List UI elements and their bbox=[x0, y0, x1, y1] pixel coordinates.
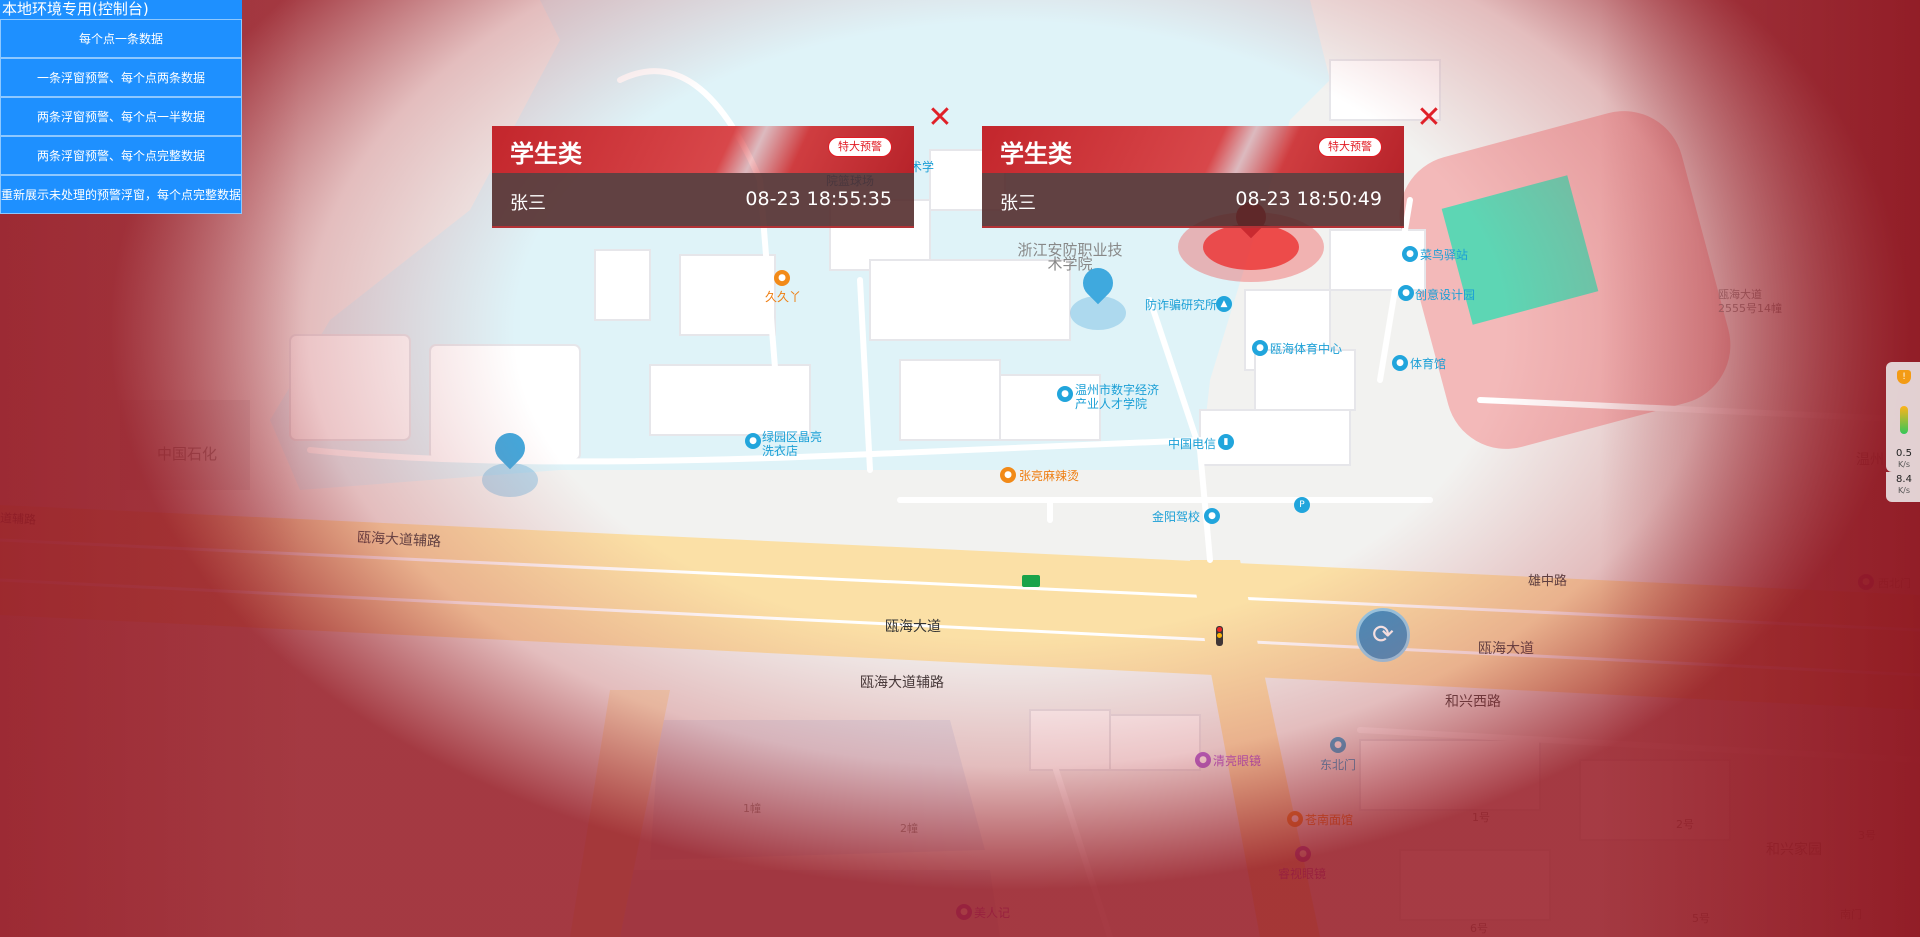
alert-category: 学生类 bbox=[510, 140, 582, 168]
location-marker-1[interactable] bbox=[480, 426, 540, 497]
glasses-pin-icon[interactable]: ● bbox=[1195, 752, 1211, 768]
poi-qingliang: 清亮眼镜 bbox=[1213, 754, 1262, 768]
upload-unit: K/s bbox=[1897, 460, 1911, 469]
north-gate-pin-icon[interactable]: ● bbox=[1858, 574, 1874, 590]
speed-bar bbox=[1900, 406, 1908, 434]
one-alert-two-data-button[interactable]: 一条浮窗预警、每个点两条数据 bbox=[0, 58, 242, 97]
gate-pin-icon[interactable]: ● bbox=[1330, 737, 1346, 753]
building-label-2: 2幢 bbox=[900, 822, 918, 835]
alert-body: 张三 08-23 18:55:35 bbox=[492, 173, 914, 228]
gym-pin-icon[interactable]: ● bbox=[1392, 355, 1408, 371]
location-marker-2[interactable] bbox=[1068, 261, 1128, 330]
building-label-4: 2号 bbox=[1676, 818, 1694, 831]
road-label-hexing: 和兴西路 bbox=[1445, 694, 1501, 710]
alert-popup-1[interactable]: 学生类 特大预警 张三 08-23 18:55:35 bbox=[492, 126, 914, 228]
sports-pin-icon[interactable]: ● bbox=[1252, 340, 1268, 356]
eyewear-pin-icon[interactable]: ● bbox=[1295, 846, 1311, 862]
upload-speed: 0.5 bbox=[1896, 448, 1912, 459]
download-speed-box: 8.4 K/s bbox=[1886, 472, 1920, 502]
restaurant-pin-icon[interactable]: ● bbox=[1000, 467, 1016, 483]
alert-time: 08-23 18:55:35 bbox=[745, 188, 892, 210]
alert-level-badge: 特大预警 bbox=[828, 137, 892, 157]
poi-chuangyi: 创意设计园 bbox=[1415, 288, 1476, 302]
poi-cangnan: 苍南面馆 bbox=[1305, 813, 1354, 827]
poi-caoniao: 菜鸟驿站 bbox=[1420, 248, 1469, 262]
road-label-ouhai-east: 瓯海大道 bbox=[1478, 641, 1534, 657]
building-label-1: 1幢 bbox=[743, 802, 761, 815]
download-speed: 8.4 bbox=[1896, 474, 1912, 485]
alert-category: 学生类 bbox=[1000, 140, 1072, 168]
poi-ouhaiti: 瓯海体育中心 bbox=[1270, 342, 1343, 356]
road-label-fuzhu-north: 瓯海大道辅路 bbox=[356, 529, 442, 551]
traffic-light-icon bbox=[1216, 626, 1223, 646]
shield-pin-icon[interactable]: ▲ bbox=[1216, 296, 1232, 312]
alert-time: 08-23 18:50:49 bbox=[1235, 188, 1382, 210]
replay-unhandled-alerts-button[interactable]: 重新展示未处理的预警浮窗，每个点完整数据 bbox=[0, 175, 242, 214]
one-data-per-point-button[interactable]: 每个点一条数据 bbox=[0, 19, 242, 58]
refresh-icon[interactable]: ⟳ bbox=[1356, 608, 1410, 662]
poi-dianxin: 中国电信 bbox=[1168, 437, 1217, 451]
phone-pin-icon[interactable]: ▮ bbox=[1218, 434, 1234, 450]
poi-tiyuguan: 体育馆 bbox=[1410, 357, 1447, 371]
building-label-6: 6号 bbox=[1470, 922, 1488, 935]
school-pin-icon[interactable]: ● bbox=[1057, 386, 1073, 402]
poi-shuzi: 温州市数字经济产业人才学院 bbox=[1075, 383, 1160, 411]
bus-stop-icon bbox=[1022, 575, 1040, 587]
building-label-3: 1号 bbox=[1472, 811, 1490, 824]
poi-meiren: 美人记 bbox=[974, 906, 1011, 920]
close-icon[interactable]: ✕ bbox=[1415, 103, 1443, 133]
poi-shihua: 中国石化 bbox=[157, 445, 218, 463]
close-icon[interactable]: ✕ bbox=[926, 103, 954, 133]
map-pin-icon bbox=[488, 426, 532, 470]
poi-xiyi: 绿园区晶亮洗衣店 bbox=[762, 430, 823, 458]
building-label-5: 5号 bbox=[1692, 912, 1710, 925]
alert-person-name: 张三 bbox=[510, 193, 546, 214]
road-label-fuzhu-south: 瓯海大道辅路 bbox=[860, 675, 944, 691]
poi-hexing: 和兴家园 bbox=[1766, 842, 1822, 858]
alert-header: 学生类 特大预警 bbox=[982, 126, 1404, 173]
alert-header: 学生类 特大预警 bbox=[492, 126, 914, 173]
poi-school: 浙江安防职业技术学院 bbox=[1017, 241, 1123, 273]
map-canvas[interactable] bbox=[0, 0, 1920, 937]
road-label-edge: 道辅路 bbox=[0, 511, 37, 527]
alert-popup-2[interactable]: 学生类 特大预警 张三 08-23 18:50:49 bbox=[982, 126, 1404, 228]
download-unit: K/s bbox=[1897, 486, 1911, 495]
noodle-pin-icon[interactable]: ● bbox=[1287, 811, 1303, 827]
parking-pin-icon[interactable]: P bbox=[1294, 497, 1310, 513]
network-speed-widget: ! 0.5 K/s bbox=[1886, 362, 1920, 472]
building-pin-icon[interactable]: ● bbox=[1398, 285, 1414, 301]
control-panel: 本地环境专用(控制台) 每个点一条数据 一条浮窗预警、每个点两条数据 两条浮窗预… bbox=[0, 0, 242, 214]
alert-level-badge: 特大预警 bbox=[1318, 137, 1382, 157]
poi-fangzha: 防诈骗研究所 bbox=[1145, 298, 1218, 312]
laundry-pin-icon[interactable]: ● bbox=[745, 433, 761, 449]
building-label-8: 南门 bbox=[1840, 908, 1862, 921]
food-pin-icon[interactable]: ● bbox=[774, 270, 790, 286]
beauty-pin-icon[interactable]: ● bbox=[956, 904, 972, 920]
poi-address: 瓯海大道2555号14幢 bbox=[1718, 288, 1782, 315]
control-panel-title: 本地环境专用(控制台) bbox=[0, 0, 242, 19]
alert-person-name: 张三 bbox=[1000, 193, 1036, 214]
poi-jiaxiao: 金阳驾校 bbox=[1152, 510, 1201, 524]
poi-dongbeimen: 东北门 bbox=[1320, 758, 1357, 772]
building-label-7: 3号 bbox=[1858, 829, 1876, 842]
shield-icon: ! bbox=[1897, 370, 1911, 384]
poi-jiujiuya: 久久丫 bbox=[765, 290, 802, 304]
poi-malatang: 张亮麻辣烫 bbox=[1019, 469, 1080, 483]
store-pin-icon[interactable]: ● bbox=[1402, 246, 1418, 262]
poi-wenzhou: 温州 bbox=[1856, 452, 1884, 468]
road-label-ouhai-main: 瓯海大道 bbox=[885, 619, 941, 635]
two-alerts-half-data-button[interactable]: 两条浮窗预警、每个点一半数据 bbox=[0, 97, 242, 136]
poi-xibeimen: 西北门 bbox=[1878, 577, 1911, 590]
poi-ruishi: 睿视眼镜 bbox=[1278, 867, 1327, 881]
driving-school-pin-icon[interactable]: ● bbox=[1204, 508, 1220, 524]
road-label-xiongzhong: 雄中路 bbox=[1528, 574, 1568, 589]
alert-body: 张三 08-23 18:50:49 bbox=[982, 173, 1404, 228]
two-alerts-full-data-button[interactable]: 两条浮窗预警、每个点完整数据 bbox=[0, 136, 242, 175]
